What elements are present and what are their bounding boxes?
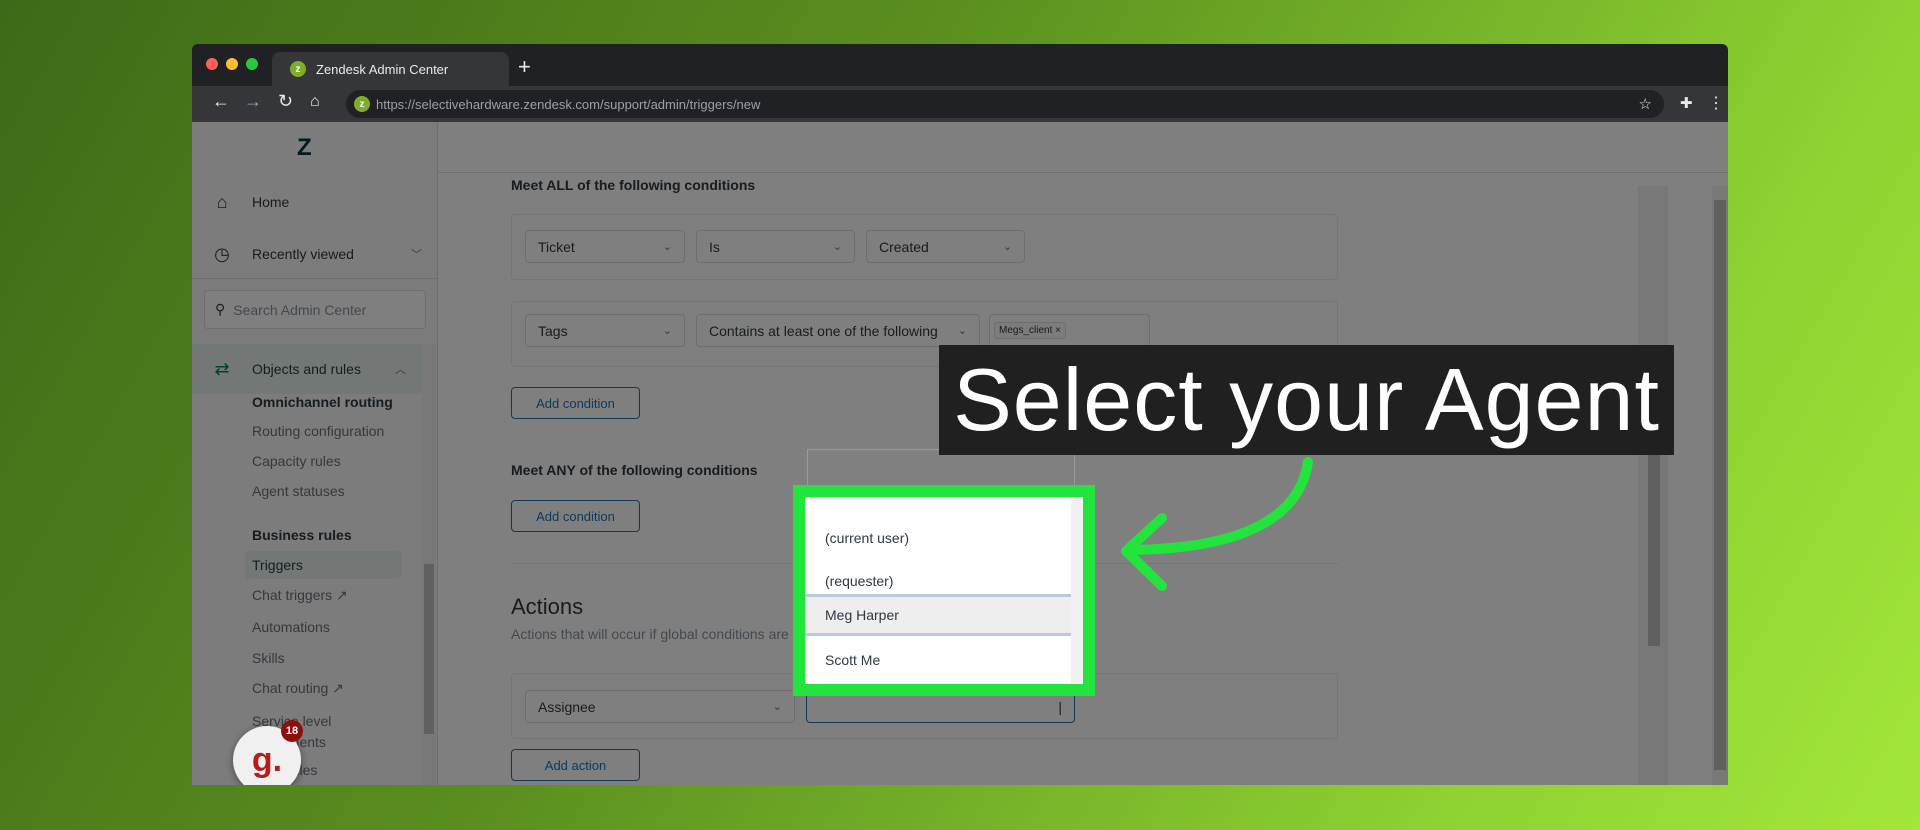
- dropdown-option-highlighted[interactable]: Meg Harper: [805, 594, 1071, 636]
- guidde-widget-button[interactable]: g. 18: [233, 720, 303, 785]
- zendesk-favicon-icon: z: [290, 61, 306, 77]
- site-favicon-icon: z: [354, 96, 370, 112]
- browser-menu-icon[interactable]: ⋮: [1708, 93, 1724, 113]
- reload-icon[interactable]: ↻: [278, 91, 293, 112]
- new-tab-button[interactable]: +: [518, 54, 531, 80]
- notification-badge: 18: [281, 720, 303, 742]
- instruction-callout: Select your Agent: [939, 345, 1674, 455]
- forward-icon[interactable]: →: [244, 91, 262, 112]
- dropdown-scrollbar[interactable]: [1071, 497, 1083, 684]
- extensions-icon[interactable]: ✚: [1680, 94, 1693, 112]
- guidde-logo: g.: [251, 740, 283, 779]
- minimize-window-button[interactable]: [226, 58, 238, 70]
- maximize-window-button[interactable]: [246, 58, 258, 70]
- browser-tab[interactable]: z Zendesk Admin Center: [272, 52, 509, 86]
- bookmark-star-icon[interactable]: ☆: [1639, 95, 1652, 113]
- dropdown-option[interactable]: Scott Me: [805, 639, 1071, 681]
- green-arrow-icon: [1121, 457, 1313, 591]
- url-text: https://selectivehardware.zendesk.com/su…: [376, 96, 761, 112]
- home-icon[interactable]: ⌂: [310, 93, 320, 111]
- close-window-button[interactable]: [206, 58, 218, 70]
- back-icon[interactable]: ←: [212, 91, 230, 112]
- dropdown-option[interactable]: (current user): [805, 517, 1071, 559]
- tab-title: Zendesk Admin Center: [316, 61, 449, 77]
- address-bar[interactable]: z https://selectivehardware.zendesk.com/…: [346, 90, 1664, 118]
- browser-toolbar: ← → ↻ ⌂ z https://selectivehardware.zend…: [192, 86, 1728, 122]
- highlight-frame: (current user) (requester) Meg Harper Sc…: [793, 485, 1095, 696]
